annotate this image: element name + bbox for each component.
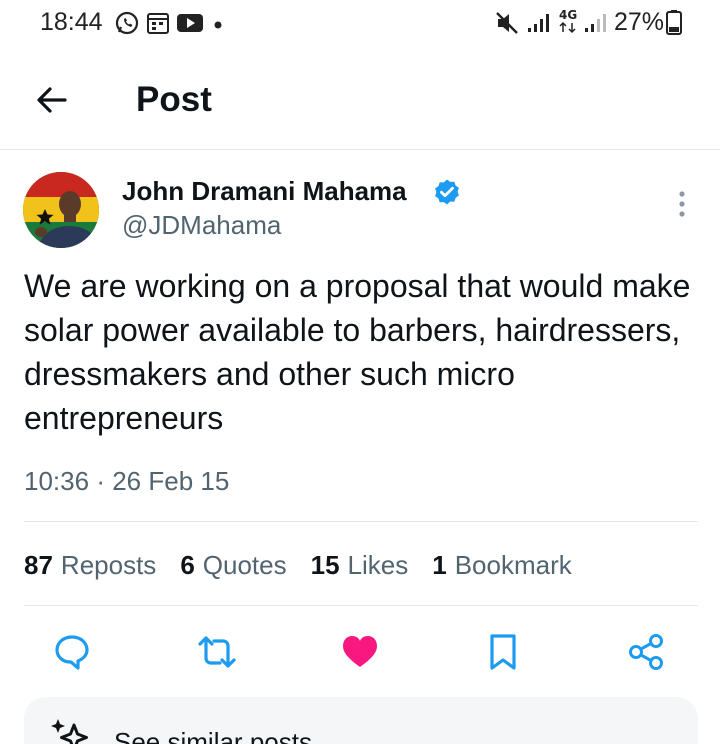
similar-posts-label: See similar posts — [114, 727, 312, 744]
reposts-label: Reposts — [60, 550, 157, 580]
network-type-text: 4G — [559, 8, 577, 22]
author-name[interactable]: John Dramani Mahama — [122, 176, 407, 207]
bookmark-icon — [490, 634, 516, 670]
calendar-icon — [146, 10, 170, 41]
divider — [24, 605, 698, 606]
repost-icon — [198, 636, 236, 668]
likes-label: Likes — [347, 550, 409, 580]
likes-stat[interactable]: 15 Likes — [311, 550, 409, 581]
post-header: Post — [0, 48, 720, 150]
quotes-count: 6 — [180, 550, 195, 580]
verified-badge-icon — [433, 178, 461, 206]
share-button[interactable] — [624, 630, 668, 674]
share-icon — [629, 634, 663, 670]
signal-icon — [526, 10, 550, 41]
repost-button[interactable] — [195, 630, 239, 674]
more-options-button[interactable] — [664, 186, 700, 222]
back-button[interactable] — [30, 78, 74, 122]
quotes-label: Quotes — [202, 550, 287, 580]
network-4g: 4G — [557, 6, 579, 41]
heart-icon — [343, 636, 377, 667]
status-bar: 18:44 4G 27% — [0, 0, 720, 44]
sparkle-icon — [48, 717, 92, 744]
likes-count: 15 — [310, 550, 340, 580]
reposts-count: 87 — [24, 550, 53, 580]
whatsapp-icon — [114, 10, 140, 41]
dot-icon — [214, 16, 222, 34]
reposts-stat[interactable]: 87 Reposts — [24, 550, 156, 581]
bookmarks-stat[interactable]: 1 Bookmark — [432, 550, 572, 581]
more-vertical-icon — [679, 191, 685, 217]
bookmark-button[interactable] — [481, 630, 525, 674]
page-title: Post — [136, 80, 212, 119]
battery-level: 27% — [614, 8, 665, 36]
like-button[interactable] — [338, 630, 382, 674]
bookmarks-label: Bookmark — [454, 550, 572, 580]
status-time: 18:44 — [40, 8, 103, 36]
quotes-stat[interactable]: 6 Quotes — [180, 550, 286, 581]
arrow-left-icon — [37, 87, 67, 113]
post-timestamp: 10:36 · 26 Feb 15 — [24, 466, 229, 497]
signal-icon — [583, 10, 607, 41]
youtube-icon — [176, 10, 204, 41]
post-date: 26 Feb 15 — [112, 466, 230, 496]
avatar[interactable] — [23, 172, 99, 248]
see-similar-posts-button[interactable]: See similar posts — [24, 697, 698, 744]
meta-separator: · — [96, 466, 105, 496]
bookmarks-count: 1 — [432, 550, 447, 580]
divider — [24, 521, 698, 522]
battery-icon — [666, 9, 682, 40]
mute-icon — [494, 10, 520, 41]
post-text: We are working on a proposal that would … — [24, 268, 691, 436]
post-stats: 87 Reposts 6 Quotes 15 Likes 1 Bookmark — [24, 550, 596, 581]
author-handle[interactable]: @JDMahama — [122, 210, 281, 241]
reply-button[interactable] — [50, 630, 94, 674]
post-time: 10:36 — [24, 466, 90, 496]
comment-icon — [55, 635, 89, 670]
